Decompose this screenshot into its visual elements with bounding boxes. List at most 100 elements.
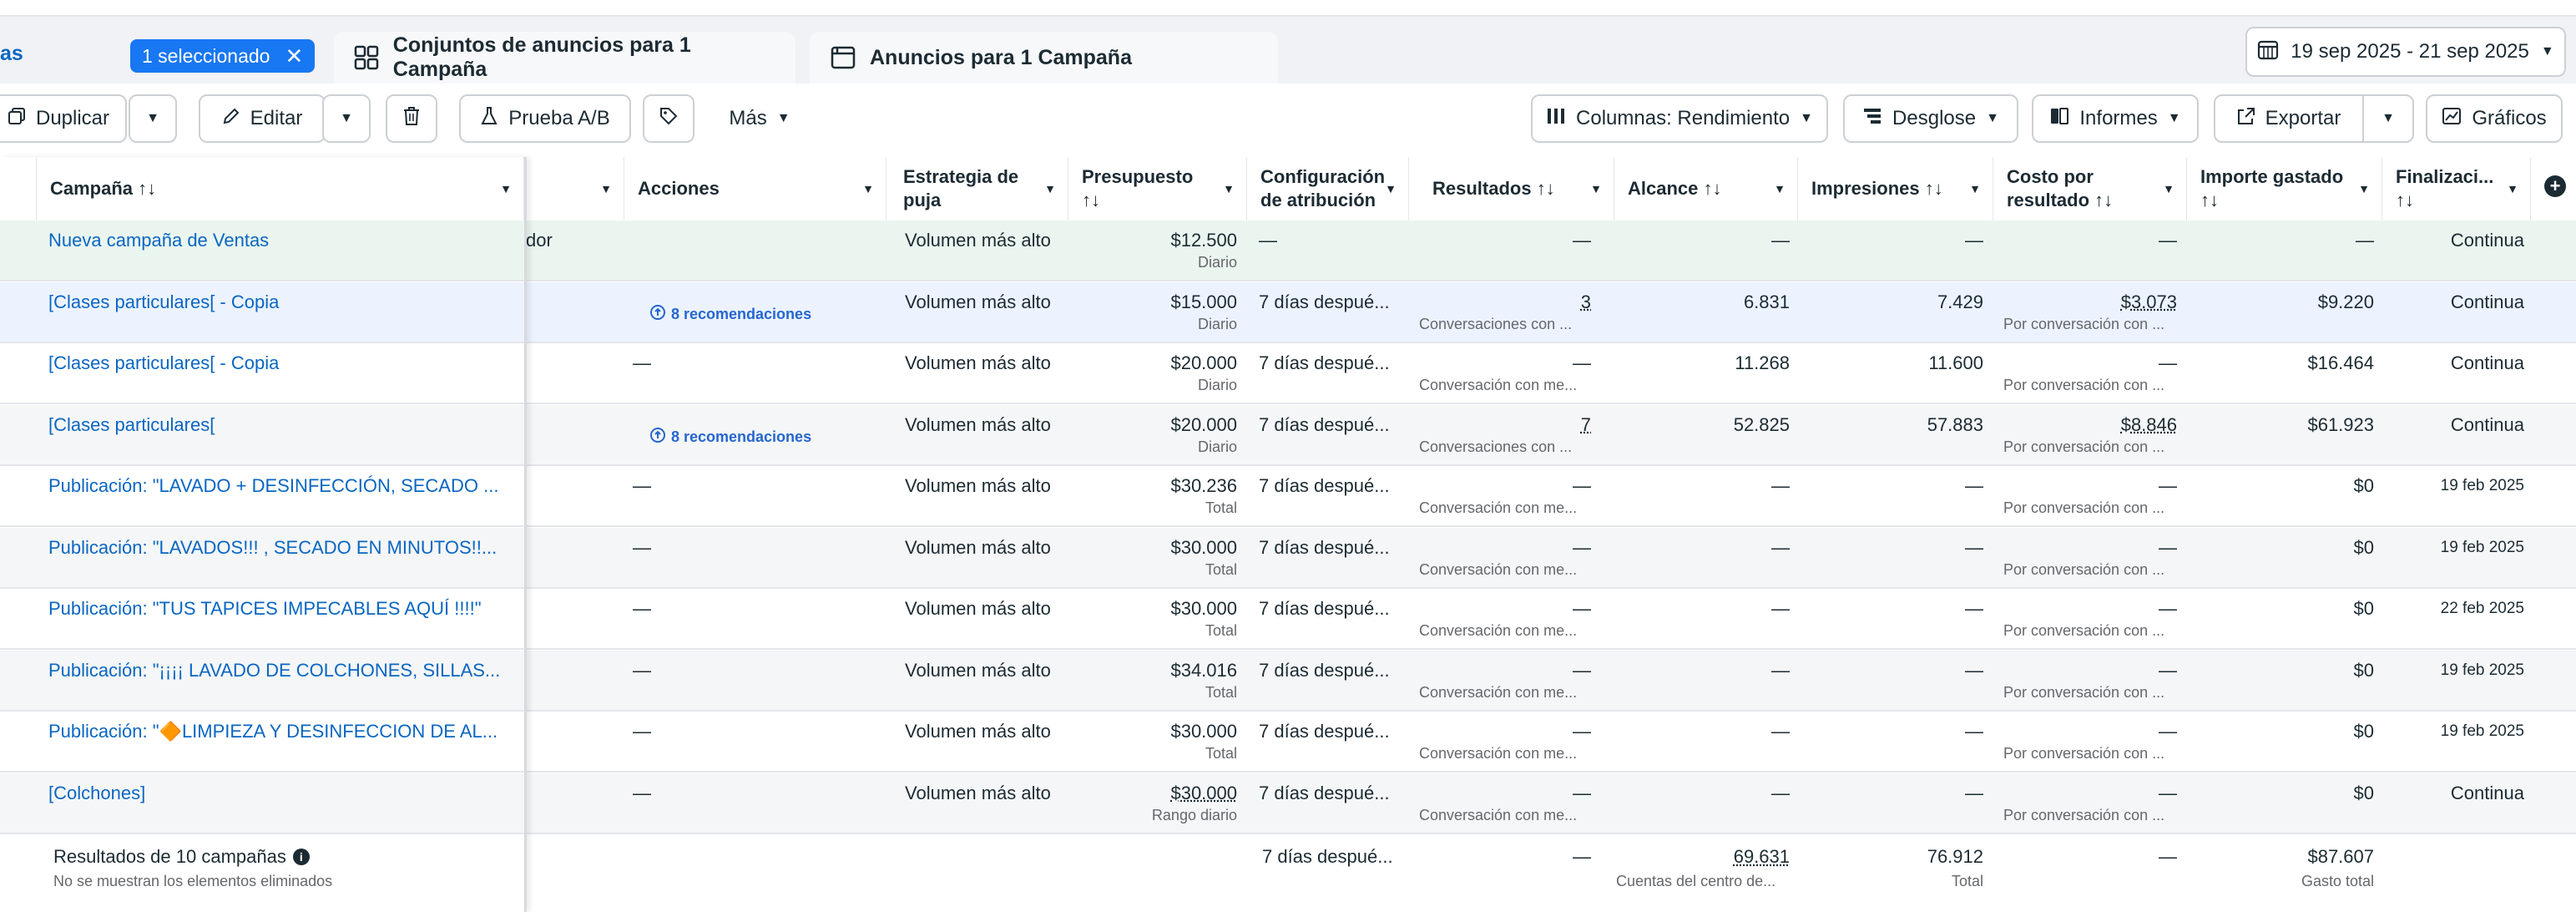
table-row[interactable]: [Colchones] — Volumen más alto $30.000 Rango… <box>0 773 2576 834</box>
bid-strategy-cell: Volumen más alto <box>905 352 1051 373</box>
edit-button[interactable]: Editar <box>199 94 326 143</box>
add-column-icon[interactable]: + <box>2544 175 2566 197</box>
date-range-picker[interactable]: 19 sep 2025 - 21 sep 2025 ▼ <box>2245 27 2566 77</box>
header-amount-spent[interactable]: Importe gastado ↑↓ ▼ <box>2187 157 2382 220</box>
chevron-down-icon[interactable]: ▼ <box>2163 177 2174 200</box>
results-type-cell: Conversación con me... <box>1419 745 1578 762</box>
actions-cell: — <box>633 536 651 558</box>
header-bid-strategy[interactable]: Estrategia de puja ▼ <box>890 157 1068 220</box>
table-row[interactable]: Publicación: "¡¡¡¡ LAVADO DE COLCHONES, … <box>0 650 2576 712</box>
campaign-name-link[interactable]: Publicación: "LAVADOS!!! , SECADO EN MIN… <box>48 536 506 560</box>
table-row[interactable]: [Clases particulares[ - Copia — Volumen má… <box>0 343 2576 404</box>
info-icon[interactable]: i <box>292 849 310 865</box>
table-row[interactable]: [Clases particulares[Volumen más alto $20… <box>0 404 2576 466</box>
more-button[interactable]: Más ▼ <box>708 94 811 143</box>
budget-type-cell: Total <box>1205 560 1237 578</box>
reports-label: Informes <box>2079 107 2158 129</box>
bid-strategy-cell: Volumen más alto <box>905 230 1051 251</box>
reach-cell: — <box>1771 230 1790 251</box>
tab-campaigns-partial[interactable]: as <box>0 42 23 66</box>
recommendations-link[interactable]: 8 recomendaciones <box>649 427 811 448</box>
tag-button[interactable] <box>643 94 695 143</box>
budget-cell: $20.000 <box>1170 352 1237 373</box>
amount-spent-cell: $0 <box>2353 475 2374 496</box>
charts-button[interactable]: Gráficos <box>2426 94 2563 143</box>
impressions-cell: 57.883 <box>1927 413 1983 435</box>
results-cell: — <box>1573 352 1591 373</box>
campaign-name-link[interactable]: [Clases particulares[ - Copia <box>48 352 506 375</box>
export-button[interactable]: Exportar <box>2214 94 2364 143</box>
cost-type-cell: Por conversación con ... <box>2003 806 2165 823</box>
chevron-down-icon[interactable]: ▼ <box>1590 177 1602 200</box>
breakdown-button[interactable]: Desglose ▼ <box>1843 94 2018 143</box>
header-hidden-column[interactable]: ▼ <box>524 157 624 220</box>
end-date-cell: Continua <box>2450 230 2524 251</box>
chevron-down-icon[interactable]: ▼ <box>1385 177 1397 200</box>
header-impressions[interactable]: Impresiones ↑↓ ▼ <box>1798 157 1993 220</box>
chevron-down-icon[interactable]: ▼ <box>1223 177 1235 200</box>
header-cost-per-result[interactable]: Costo por resultado ↑↓ ▼ <box>1993 157 2187 220</box>
table-row[interactable]: Publicación: "🔶LIMPIEZA Y DESINFECCION D… <box>0 712 2576 773</box>
chevron-down-icon[interactable]: ▼ <box>2507 177 2518 200</box>
selection-badge[interactable]: 1 seleccionado ✕ <box>130 39 316 73</box>
footer-note: No se muestran los elementos eliminados <box>53 873 333 889</box>
recommendations-link[interactable]: 8 recomendaciones <box>649 304 811 325</box>
table-row[interactable]: Publicación: "TUS TAPICES IMPECABLES AQU… <box>0 589 2576 650</box>
campaign-name-link[interactable]: [Colchones] <box>48 782 506 805</box>
campaign-name-link[interactable]: Publicación: "TUS TAPICES IMPECABLES AQU… <box>48 597 506 621</box>
ab-test-button[interactable]: Prueba A/B <box>459 94 631 143</box>
bid-strategy-cell: Volumen más alto <box>905 721 1051 742</box>
campaign-name-link[interactable]: Publicación: "LAVADO + DESINFECCIÓN, SEC… <box>48 474 506 498</box>
attribution-cell: 7 días despué... <box>1259 598 1390 619</box>
chevron-down-icon[interactable]: ▼ <box>1774 177 1786 200</box>
recommendation-icon <box>649 304 666 325</box>
campaign-name-link[interactable]: [Clases particulares[ <box>48 413 506 437</box>
chevron-down-icon[interactable]: ▼ <box>1969 177 1981 200</box>
close-icon[interactable]: ✕ <box>285 43 303 69</box>
table-row[interactable]: Publicación: "LAVADOS!!! , SECADO EN MIN… <box>0 527 2576 589</box>
chevron-down-icon[interactable]: ▼ <box>862 177 874 200</box>
campaign-name-link[interactable]: Nueva campaña de Ventas <box>48 229 506 252</box>
table-row[interactable]: Nueva campaña de Ventas dor Volumen más al… <box>0 220 2576 281</box>
reach-cell: — <box>1771 536 1790 558</box>
duplicate-label: Duplicar <box>35 107 110 129</box>
campaign-name-link[interactable]: [Clases particulares[ - Copia <box>48 291 506 314</box>
chevron-down-icon[interactable]: ▼ <box>500 177 512 200</box>
footer-reach: 69.631 <box>1733 846 1790 867</box>
columns-button[interactable]: Columnas: Rendimiento ▼ <box>1531 94 1828 143</box>
cost-per-result-cell: — <box>2159 536 2177 558</box>
header-cost-line1: Costo por <box>2007 166 2094 187</box>
header-actions[interactable]: Acciones ▼ <box>624 157 886 220</box>
budget-cell: $30.236 <box>1170 475 1237 496</box>
attribution-cell: 7 días despué... <box>1259 659 1390 681</box>
chevron-down-icon[interactable]: ▼ <box>2358 177 2370 200</box>
footer-spent: $87.607 <box>2307 846 2374 867</box>
date-range-label: 19 sep 2025 - 21 sep 2025 <box>2291 40 2529 63</box>
chevron-down-icon[interactable]: ▼ <box>1044 177 1056 200</box>
edit-dropdown-button[interactable]: ▼ <box>322 94 371 143</box>
header-end[interactable]: Finalizaci... ↑↓ ▼ <box>2382 157 2531 220</box>
header-campaign[interactable]: Campaña ↑↓ ▼ <box>37 157 524 220</box>
header-budget[interactable]: Presupuesto ↑↓ ▼ <box>1068 157 1247 220</box>
cost-per-result-cell: — <box>2159 721 2177 742</box>
chevron-down-icon[interactable]: ▼ <box>600 177 612 200</box>
cost-type-cell: Por conversación con ... <box>2003 745 2165 762</box>
duplicate-dropdown-button[interactable]: ▼ <box>129 94 177 143</box>
table-row[interactable]: [Clases particulares[ - Copia Volumen más… <box>0 281 2576 343</box>
duplicate-button[interactable]: Duplicar <box>0 94 127 143</box>
header-reach[interactable]: Alcance ↑↓ ▼ <box>1614 157 1798 220</box>
export-dropdown-button[interactable]: ▼ <box>2362 94 2414 143</box>
end-date-cell: 19 feb 2025 <box>2440 661 2524 679</box>
header-attribution[interactable]: Configuración de atribución ▼ <box>1247 157 1409 220</box>
tab-ads[interactable]: Anuncios para 1 Campaña <box>810 32 1278 84</box>
delete-button[interactable] <box>386 94 437 143</box>
impressions-cell: 11.600 <box>1928 352 1983 373</box>
header-results[interactable]: Resultados ↑↓ ▼ <box>1409 157 1614 220</box>
table-row[interactable]: Publicación: "LAVADO + DESINFECCIÓN, SEC… <box>0 466 2576 527</box>
tab-ad-sets[interactable]: Conjuntos de anuncios para 1 Campaña <box>334 32 796 84</box>
impressions-cell: — <box>1965 659 1983 681</box>
campaign-name-link[interactable]: Publicación: "¡¡¡¡ LAVADO DE COLCHONES, … <box>48 659 506 682</box>
campaign-name-link[interactable]: Publicación: "🔶LIMPIEZA Y DESINFECCION D… <box>48 720 506 743</box>
budget-type-cell: Total <box>1205 683 1237 701</box>
reports-button[interactable]: Informes ▼ <box>2032 94 2199 143</box>
